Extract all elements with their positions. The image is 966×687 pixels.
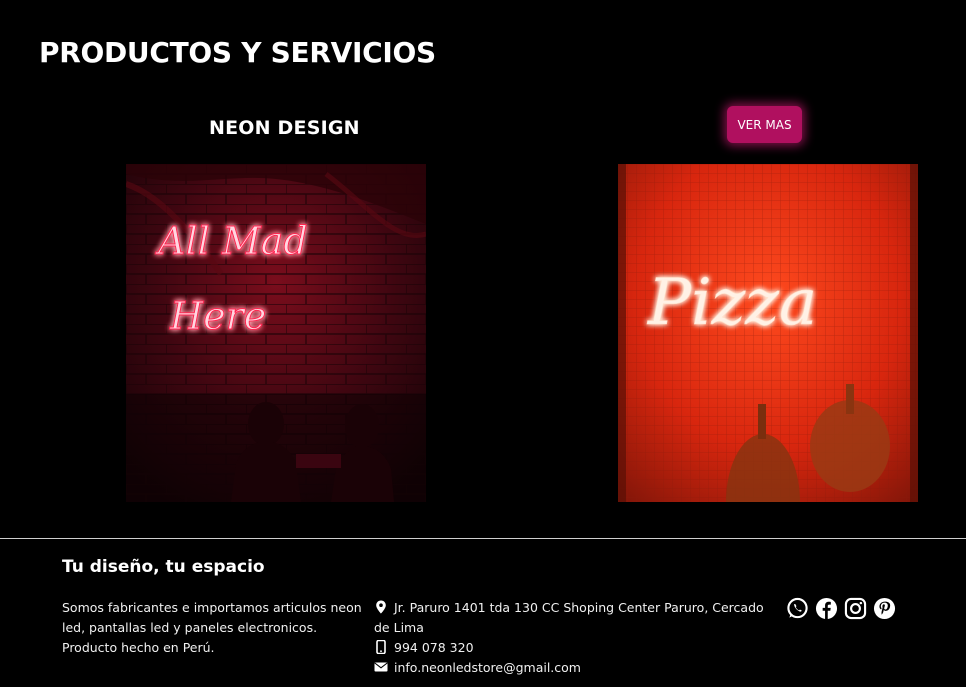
footer-title: Tu diseño, tu espacio	[62, 557, 265, 577]
pinterest-icon[interactable]	[873, 597, 896, 620]
social-links	[786, 597, 896, 620]
email-row: info.neonledstore@gmail.com	[374, 658, 764, 678]
facebook-icon[interactable]	[815, 597, 838, 620]
whatsapp-icon[interactable]	[786, 597, 809, 620]
page-title: PRODUCTOS Y SERVICIOS	[39, 36, 436, 69]
neon-text-line2: Here	[169, 294, 266, 338]
neon-photo-right-art: Pizza	[618, 164, 918, 502]
footer-divider	[0, 538, 966, 539]
phone-row: 994 078 320	[374, 638, 764, 658]
envelope-icon	[374, 662, 388, 672]
address-row: Jr. Paruro 1401 tda 130 CC Shoping Cente…	[374, 598, 764, 638]
instagram-icon[interactable]	[844, 597, 867, 620]
neon-photo-all-mad-here[interactable]: All Mad Here	[126, 164, 426, 502]
neon-photo-pizza[interactable]: Pizza	[618, 164, 918, 502]
neon-photo-left-art: All Mad Here	[126, 164, 426, 502]
contact-info: Jr. Paruro 1401 tda 130 CC Shoping Cente…	[374, 598, 764, 678]
address-text: Jr. Paruro 1401 tda 130 CC Shoping Cente…	[374, 600, 764, 635]
ver-mas-button[interactable]: VER MAS	[727, 106, 802, 143]
mobile-phone-icon	[376, 640, 386, 654]
section-title: NEON DESIGN	[209, 117, 360, 139]
neon-text-line1: All Mad	[155, 219, 308, 263]
neon-text-pizza: Pizza	[647, 266, 817, 340]
footer-description: Somos fabricantes e importamos articulos…	[62, 600, 362, 655]
email-text[interactable]: info.neonledstore@gmail.com	[394, 660, 581, 675]
phone-text[interactable]: 994 078 320	[394, 640, 474, 655]
map-marker-icon	[376, 600, 386, 614]
